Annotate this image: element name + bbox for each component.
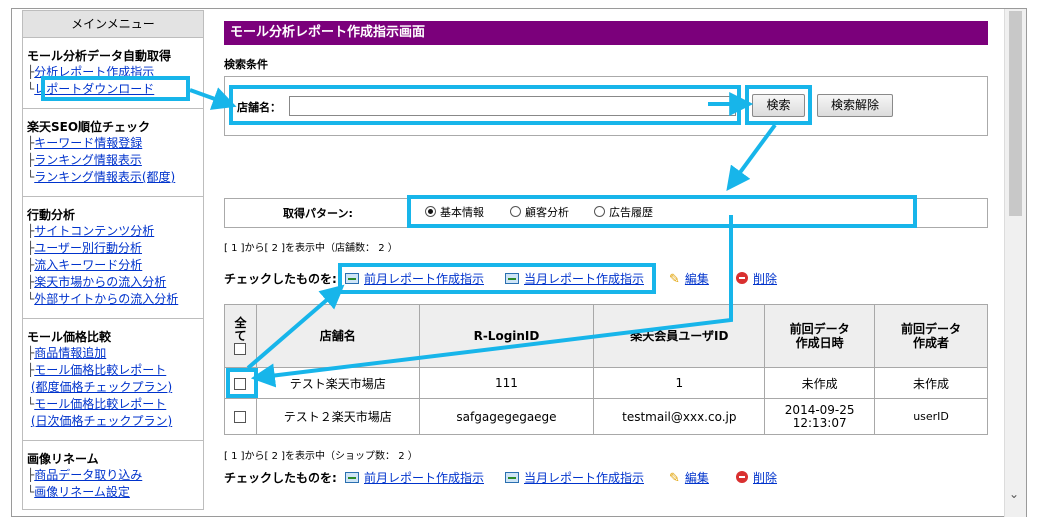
arrow-to-input — [189, 87, 237, 110]
annotation-arrows — [189, 87, 777, 388]
arrow-to-pattern — [726, 123, 777, 192]
arrow-to-report-links — [246, 284, 345, 370]
